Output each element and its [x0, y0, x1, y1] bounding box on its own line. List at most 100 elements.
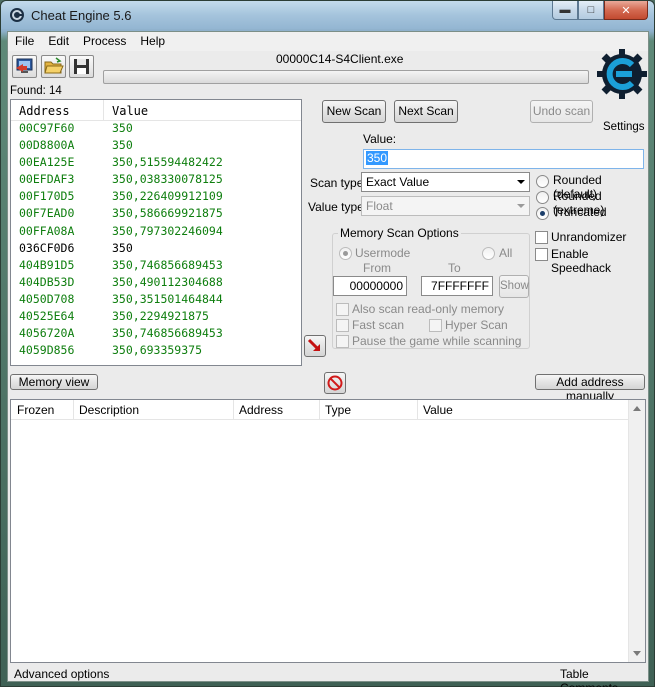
- result-row[interactable]: 40525E64 350,2294921875: [11, 309, 301, 326]
- result-row[interactable]: 00EA125E 350,515594482422: [11, 155, 301, 172]
- settings-link[interactable]: Settings: [603, 121, 645, 133]
- save-button[interactable]: [69, 55, 94, 78]
- result-row[interactable]: 00F170D5 350,226409912109: [11, 189, 301, 206]
- usermode-radio[interactable]: [339, 247, 352, 260]
- scroll-up-icon[interactable]: [633, 406, 641, 411]
- stop-button[interactable]: [324, 372, 346, 394]
- results-column-address[interactable]: Address: [11, 100, 104, 120]
- result-row[interactable]: 00EFDAF3 350,038330078125: [11, 172, 301, 189]
- table-comments-link[interactable]: Table Comments: [560, 667, 648, 687]
- rounded-default-radio[interactable]: [536, 175, 549, 188]
- address-list-header: Frozen Description Address Type Value: [11, 400, 629, 420]
- undo-scan-button[interactable]: Undo scan: [530, 100, 593, 123]
- cheat-engine-logo[interactable]: [596, 48, 648, 100]
- chevron-down-icon: [517, 180, 525, 184]
- main-window: Cheat Engine 5.6 ▬ □ ✕ File Edit Process…: [0, 0, 655, 687]
- column-type[interactable]: Type: [325, 403, 351, 417]
- result-address: 00D8800A: [19, 138, 75, 153]
- result-value: 350,2294921875: [112, 309, 209, 324]
- value-type-label: Value type: [308, 200, 364, 214]
- result-address: 00F170D5: [19, 189, 75, 204]
- pause-game-checkbox[interactable]: [336, 335, 349, 348]
- menu-edit[interactable]: Edit: [41, 32, 76, 51]
- open-folder-icon: [44, 57, 64, 74]
- memory-scan-options-group: Memory Scan Options Usermode All From To…: [332, 226, 530, 349]
- result-row[interactable]: 404B91D5 350,746856689453: [11, 258, 301, 275]
- result-row[interactable]: 036CF0D6 350: [11, 241, 301, 258]
- result-address: 00C97F60: [19, 121, 75, 135]
- minimize-button[interactable]: ▬: [552, 1, 578, 20]
- value-input[interactable]: 350: [363, 149, 644, 169]
- column-address[interactable]: Address: [239, 403, 283, 417]
- column-value[interactable]: Value: [423, 403, 453, 417]
- result-row[interactable]: 404DB53D 350,490112304688: [11, 275, 301, 292]
- result-address: 00F7EAD0: [19, 206, 75, 221]
- rounded-extreme-radio[interactable]: [536, 191, 549, 204]
- result-address: 00EA125E: [19, 155, 75, 170]
- memory-scan-options-title: Memory Scan Options: [338, 226, 461, 240]
- result-address: 40525E64: [19, 309, 75, 324]
- result-value: 350,746856689453: [112, 326, 223, 341]
- client-area: File Edit Process Help 00000C14-S4Client…: [7, 31, 649, 687]
- cheat-engine-app-icon: [10, 8, 24, 22]
- unrandomizer-label: Unrandomizer: [551, 230, 627, 244]
- menu-file[interactable]: File: [8, 32, 41, 51]
- column-frozen[interactable]: Frozen: [17, 403, 54, 417]
- minimize-icon: ▬: [559, 4, 571, 16]
- open-file-button[interactable]: [41, 55, 66, 78]
- result-row[interactable]: 00FFA08A 350,797302246094: [11, 224, 301, 241]
- result-row[interactable]: 4056720A 350,746856689453: [11, 326, 301, 343]
- truncated-radio[interactable]: [536, 207, 549, 220]
- menu-process[interactable]: Process: [76, 32, 133, 51]
- value-type-select[interactable]: Float: [361, 196, 530, 216]
- advanced-options-link[interactable]: Advanced options: [14, 667, 109, 681]
- add-address-manually-button[interactable]: Add address manually: [535, 374, 645, 403]
- address-list-scrollbar[interactable]: [628, 400, 645, 662]
- to-address-input[interactable]: 7FFFFFFF: [421, 276, 493, 296]
- value-label: Value:: [363, 132, 397, 146]
- column-description[interactable]: Description: [79, 403, 139, 417]
- also-scan-readonly-checkbox[interactable]: [336, 303, 349, 316]
- result-value: 350: [112, 138, 133, 153]
- scroll-down-icon[interactable]: [633, 651, 641, 656]
- open-process-button[interactable]: [12, 55, 37, 78]
- scan-results-list[interactable]: Address Value 00C97F60 350 00D8800A 350 00EA…: [10, 99, 302, 366]
- result-address: 4056720A: [19, 326, 75, 341]
- window-title: Cheat Engine 5.6: [31, 8, 132, 23]
- result-row[interactable]: 00D8800A 350: [11, 138, 301, 155]
- result-address: 00FFA08A: [19, 223, 75, 238]
- unrandomizer-checkbox[interactable]: [535, 231, 548, 244]
- from-label: From: [363, 261, 391, 275]
- results-header: Address Value: [11, 100, 301, 121]
- result-value: 350,693359375: [112, 343, 203, 358]
- add-selected-to-list-button[interactable]: [304, 335, 326, 357]
- new-scan-button[interactable]: New Scan: [322, 100, 386, 123]
- all-radio[interactable]: [482, 247, 495, 260]
- result-value: 350,797302246094: [112, 223, 223, 238]
- memory-view-button[interactable]: Memory view: [10, 374, 98, 390]
- to-label: To: [448, 261, 461, 275]
- maximize-button[interactable]: □: [578, 1, 604, 20]
- from-address-input[interactable]: 00000000: [333, 276, 407, 296]
- menu-bar: File Edit Process Help: [8, 32, 648, 51]
- results-column-value[interactable]: Value: [104, 100, 156, 120]
- scan-type-value: Exact Value: [366, 175, 430, 189]
- fast-scan-checkbox[interactable]: [336, 319, 349, 332]
- result-row[interactable]: 4059D856 350,693359375: [11, 343, 301, 360]
- hyper-scan-checkbox[interactable]: [429, 319, 442, 332]
- result-row[interactable]: 00F7EAD0 350,586669921875: [11, 206, 301, 223]
- value-input-text: 350: [366, 151, 389, 165]
- stop-no-entry-icon: [327, 375, 343, 391]
- title-bar[interactable]: Cheat Engine 5.6 ▬ □ ✕: [1, 1, 654, 29]
- enable-speedhack-checkbox[interactable]: [535, 248, 548, 261]
- scan-type-select[interactable]: Exact Value: [361, 172, 530, 192]
- address-list-table[interactable]: Frozen Description Address Type Value: [10, 399, 646, 663]
- result-row[interactable]: 4050D708 350,351501464844: [11, 292, 301, 309]
- value-type-value: Float: [366, 199, 393, 213]
- result-row[interactable]: 00C97F60 350: [11, 121, 301, 138]
- show-button[interactable]: Show: [499, 275, 529, 298]
- menu-help[interactable]: Help: [133, 32, 172, 51]
- close-button[interactable]: ✕: [604, 1, 648, 20]
- result-address: 036CF0D6: [19, 240, 75, 255]
- next-scan-button[interactable]: Next Scan: [394, 100, 458, 123]
